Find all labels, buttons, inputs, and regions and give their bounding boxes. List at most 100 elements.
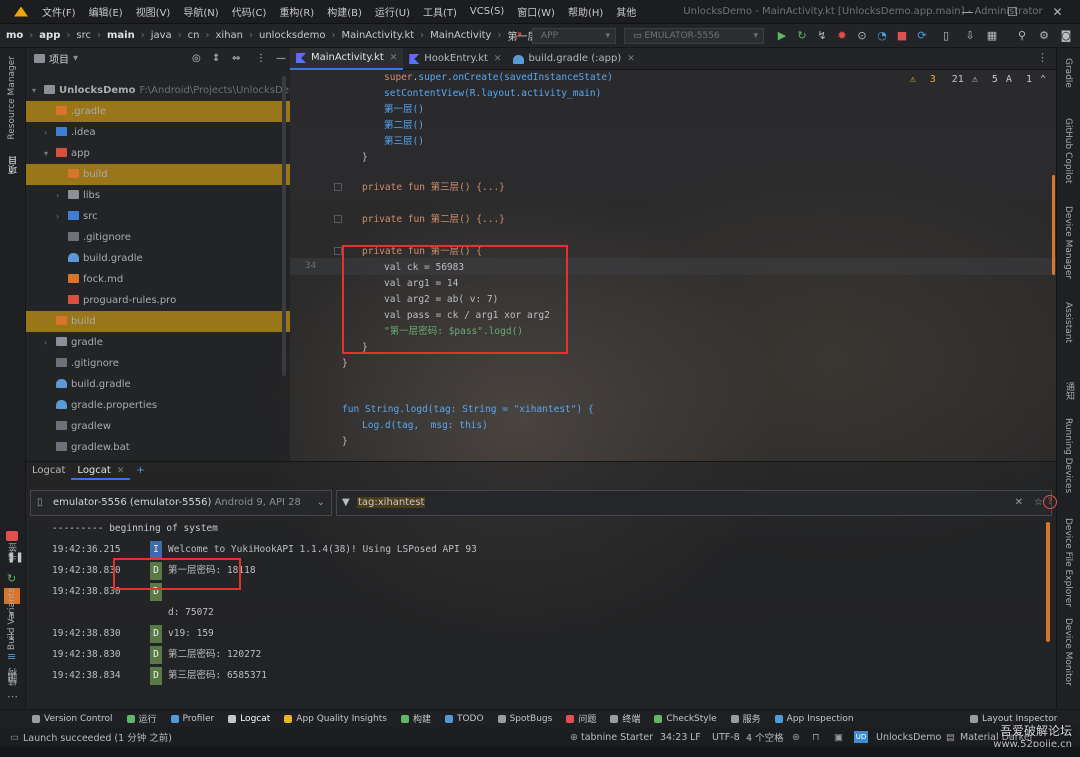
tree-item[interactable]: gradlew: [26, 416, 290, 437]
checkstyle-tab[interactable]: CheckStyle: [654, 714, 717, 724]
version-control-tab[interactable]: Version Control: [32, 714, 113, 724]
hammer-icon[interactable]: ↗: [512, 30, 524, 42]
tree-item[interactable]: › .gradle: [26, 101, 290, 122]
device-select[interactable]: ▭ EMULATOR-5556 ▾: [624, 28, 764, 44]
problems-tab[interactable]: 问题: [566, 712, 596, 725]
code-editor[interactable]: 34 super.super.onCreate(savedInstanceSta…: [290, 70, 1056, 461]
inspection-widget[interactable]: ⚠ 3 21 ⚠ 5 A 1 ⌃: [902, 74, 1046, 85]
github-copilot-tab[interactable]: GitHub Copilot: [1063, 118, 1073, 184]
menu-code[interactable]: 代码(C): [232, 4, 267, 19]
tree-item[interactable]: ▾ UnlocksDemo F:\Android\Projects\UnlocksD…: [26, 80, 290, 101]
build-tab[interactable]: 构建: [400, 712, 431, 725]
tree-item[interactable]: gradlew.bat: [26, 437, 290, 458]
caret-position[interactable]: 34:23: [660, 732, 687, 743]
menu-refactor[interactable]: 重构(R): [279, 4, 314, 19]
expand-icon[interactable]: ⇔: [232, 53, 240, 64]
apply-code-changes-icon[interactable]: ↯: [816, 30, 828, 42]
sdk-manager-icon[interactable]: ⇩: [964, 30, 976, 42]
hide-icon[interactable]: —: [276, 53, 286, 64]
assistant-tab[interactable]: Assistant: [1063, 302, 1073, 343]
other-count[interactable]: A 1: [1006, 74, 1032, 85]
services-tab[interactable]: 服务: [730, 712, 761, 725]
search-icon[interactable]: ⚲: [1016, 30, 1028, 42]
clear-logcat-icon[interactable]: [6, 531, 18, 541]
project-panel-title[interactable]: 项目: [49, 51, 69, 66]
apply-changes-icon[interactable]: ↻: [796, 30, 808, 42]
menu-file[interactable]: 文件(F): [42, 4, 76, 19]
menu-navigate[interactable]: 导航(N): [183, 4, 218, 19]
resource-manager-tab[interactable]: Resource Manager: [7, 56, 17, 140]
memory-icon[interactable]: ▣: [834, 732, 843, 743]
logcat-tab[interactable]: Logcat: [228, 714, 270, 724]
close-icon[interactable]: ✕: [390, 47, 398, 69]
format-icon[interactable]: ≡: [7, 650, 16, 663]
layout-inspector-tab[interactable]: Layout Inspector: [970, 714, 1057, 724]
close-icon[interactable]: ✕: [117, 466, 125, 476]
breadcrumb-file[interactable]: MainActivity.kt: [341, 30, 414, 41]
clear-filter-icon[interactable]: ✕: [1015, 491, 1023, 515]
run-tab[interactable]: 运行: [126, 712, 157, 725]
tree-item[interactable]: ▾ app: [26, 143, 290, 164]
project-structure-icon[interactable]: ▦: [986, 30, 998, 42]
fold-marker[interactable]: [334, 247, 342, 255]
inspection-up-icon[interactable]: ⌃: [1040, 74, 1046, 85]
build-variants-tab[interactable]: Build Variants: [7, 588, 17, 650]
options-icon[interactable]: ⋮: [256, 53, 266, 64]
line-separator[interactable]: LF: [690, 732, 701, 743]
collapse-icon[interactable]: ⇕: [212, 53, 220, 64]
tree-arrow-icon[interactable]: ▾: [32, 80, 44, 101]
menu-run[interactable]: 运行(U): [375, 4, 410, 19]
tabnine-widget[interactable]: ⊕ tabnine Starter: [570, 732, 653, 743]
tabs-menu-icon[interactable]: ⋮: [1037, 51, 1048, 64]
structure-tab[interactable]: 结构: [7, 668, 20, 686]
run-icon[interactable]: ▶: [776, 30, 788, 42]
device-manager-icon[interactable]: ▯: [940, 30, 952, 42]
git-icon[interactable]: ⊛: [792, 732, 800, 743]
bookmarks-tab[interactable]: 书签: [7, 543, 20, 561]
menu-view[interactable]: 视图(V): [136, 4, 171, 19]
indent-setting[interactable]: 4 个空格: [746, 730, 784, 744]
device-monitor-tab[interactable]: Device Monitor: [1063, 618, 1073, 686]
device-file-explorer-tab[interactable]: Device File Explorer: [1063, 518, 1073, 607]
editor-scrollbar[interactable]: [1052, 175, 1055, 275]
app-inspection-tab[interactable]: App Inspection: [774, 714, 854, 724]
restart-icon[interactable]: ↻: [7, 572, 16, 585]
tab-build-gradle[interactable]: build.gradle (:app) ✕: [507, 48, 640, 70]
tree-item[interactable]: .gitignore: [26, 227, 290, 248]
project-name[interactable]: UnlocksDemo: [876, 732, 941, 743]
sync-gradle-icon[interactable]: ⟳: [916, 30, 928, 42]
breadcrumb-cn[interactable]: cn: [188, 30, 200, 41]
warning-count[interactable]: ⚠ 3: [910, 74, 936, 85]
breadcrumb-xihan[interactable]: xihan: [216, 30, 244, 41]
menu-window[interactable]: 窗口(W): [517, 4, 555, 19]
terminal-tab[interactable]: 终端: [610, 712, 640, 725]
debug-icon[interactable]: ✹: [836, 30, 848, 42]
breadcrumb-unlocksdemo[interactable]: unlocksdemo: [259, 30, 325, 41]
run-config-select[interactable]: APP ▾: [532, 28, 616, 44]
breadcrumb-class[interactable]: MainActivity: [430, 30, 491, 41]
close-button[interactable]: ✕: [1035, 0, 1080, 24]
app-quality-insights-tab[interactable]: App Quality Insights: [284, 714, 387, 724]
settings-icon[interactable]: ⚙: [1038, 30, 1050, 42]
file-encoding[interactable]: UTF-8: [712, 732, 740, 743]
status-message[interactable]: Launch succeeded (1 分钟 之前): [23, 730, 172, 744]
more-icon[interactable]: ⋯: [7, 690, 18, 703]
menu-tools[interactable]: 工具(T): [423, 4, 457, 19]
project-scrollbar[interactable]: [282, 76, 286, 376]
maximize-button[interactable]: ☐: [990, 0, 1035, 24]
tab-mainactivity[interactable]: MainActivity.kt ✕: [290, 47, 404, 70]
gradle-tab[interactable]: Gradle: [1063, 58, 1073, 88]
spotbugs-tab[interactable]: SpotBugs: [497, 714, 552, 724]
fold-marker[interactable]: [334, 183, 342, 191]
tree-item[interactable]: proguard-rules.pro: [26, 290, 290, 311]
close-icon[interactable]: ✕: [494, 48, 502, 70]
tree-arrow-icon[interactable]: ›: [44, 122, 56, 143]
logcat-scrollbar[interactable]: [1046, 522, 1050, 642]
breadcrumb-main[interactable]: main: [107, 30, 135, 41]
tree-arrow-icon[interactable]: ›: [44, 101, 56, 122]
tree-item[interactable]: › build: [26, 311, 290, 332]
tree-arrow-icon[interactable]: ▾: [44, 143, 56, 164]
breadcrumb-java[interactable]: java: [151, 30, 172, 41]
tree-item[interactable]: gradle.properties: [26, 395, 290, 416]
help-icon[interactable]: ?: [1043, 495, 1057, 509]
